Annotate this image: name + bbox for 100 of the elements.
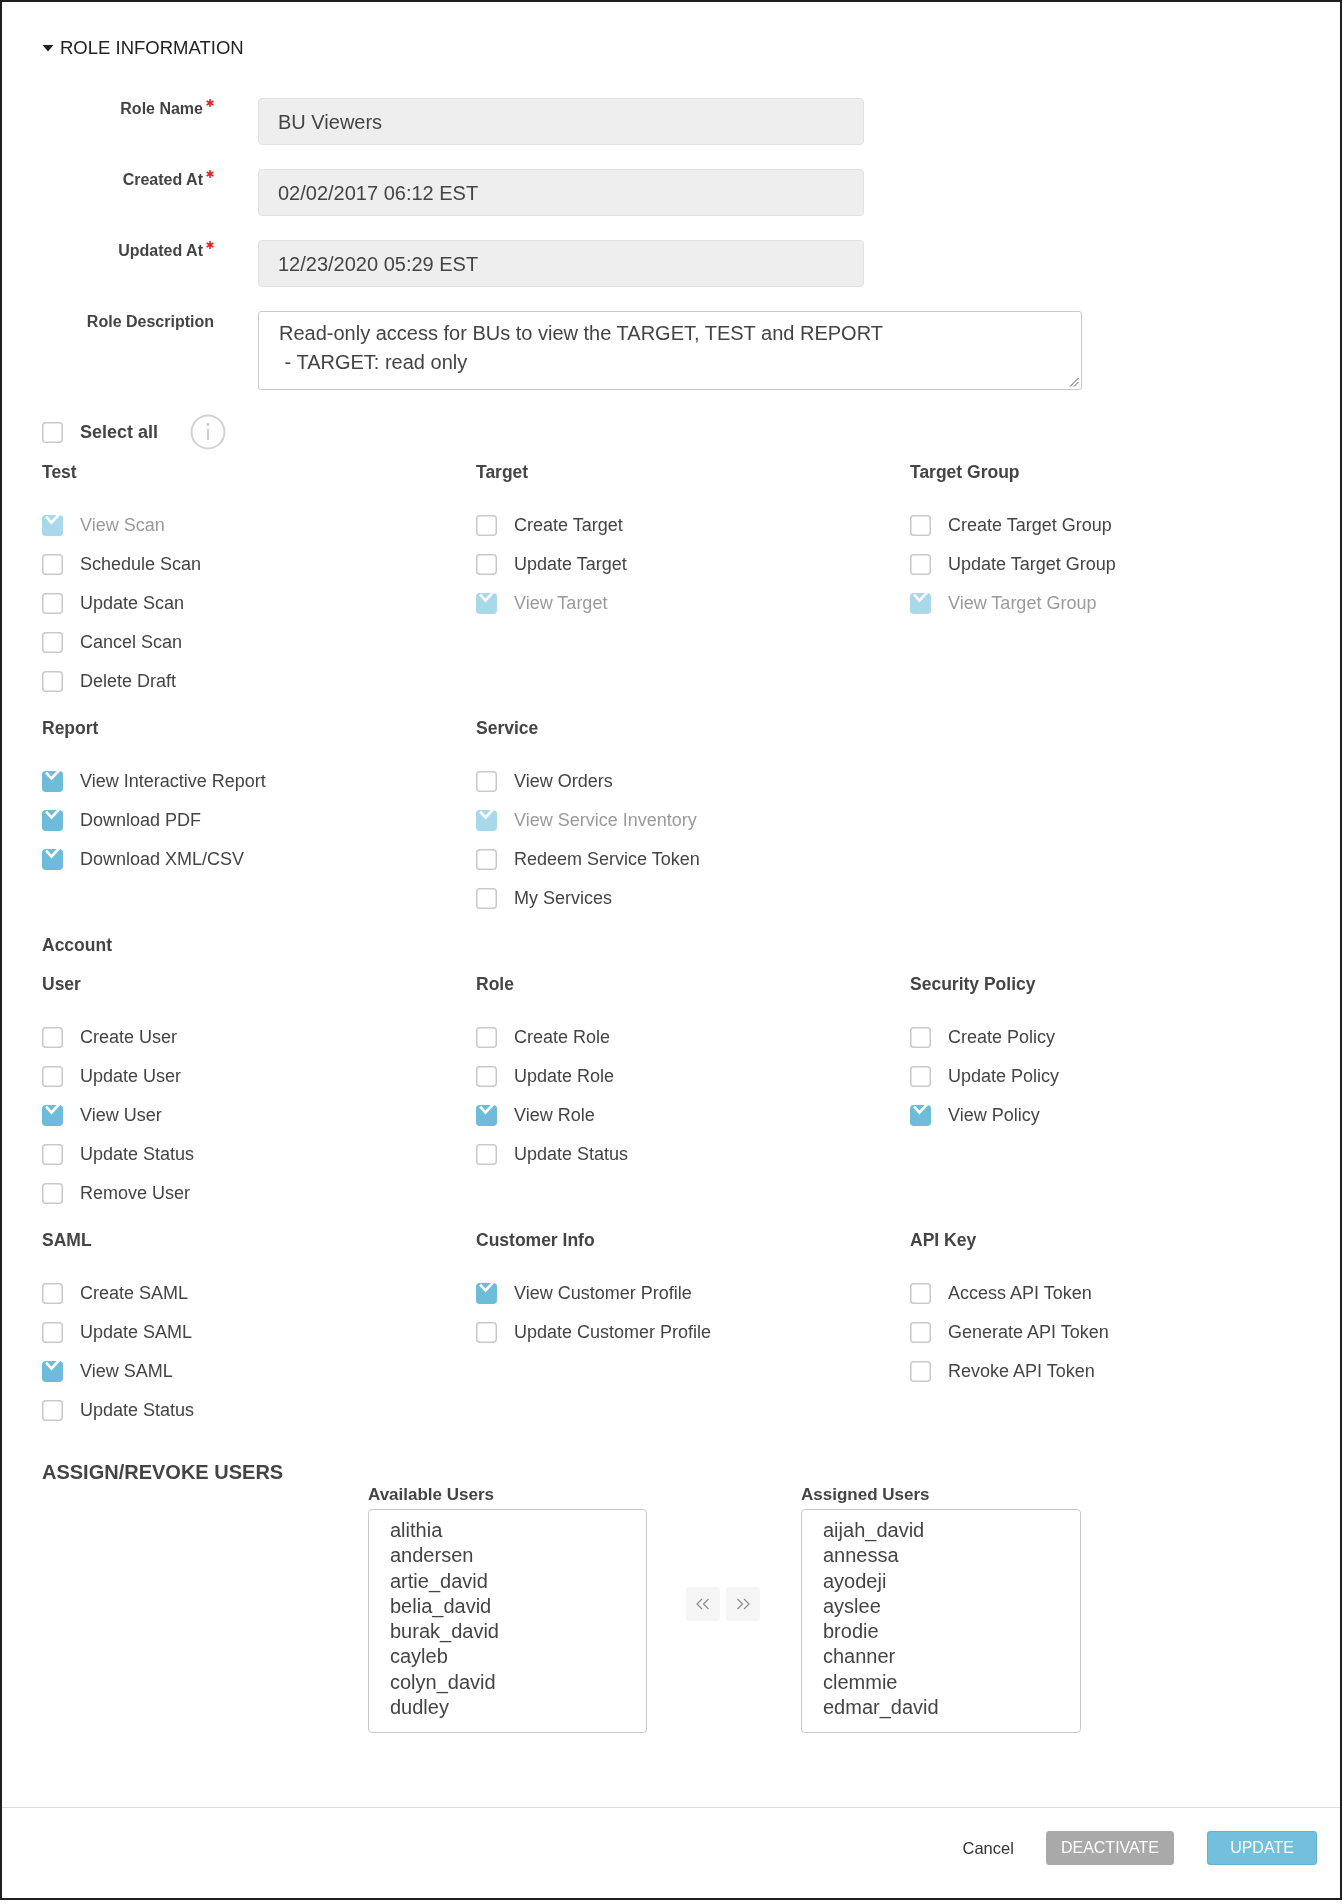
group-heading: Role [476,973,515,995]
section-heading: ASSIGN/REVOKE USERS [42,1460,285,1484]
checkbox[interactable] [910,1322,931,1343]
checkbox-label: Download XML/CSV [80,848,245,871]
checkbox[interactable] [476,1027,497,1048]
group-heading: API Key [910,1229,978,1251]
checkbox-label: Update Customer Profile [514,1321,712,1344]
user-option[interactable]: brodie [823,1619,1080,1645]
checkbox[interactable] [910,515,931,536]
checkbox[interactable] [910,1361,931,1382]
checkbox[interactable] [476,1283,497,1304]
checkbox[interactable] [42,1400,63,1421]
checkbox-label: Update Role [514,1065,615,1088]
user-list-box[interactable]: alithia andersen artie_david belia_david burak_david cayleb colyn_david dudley [368,1509,647,1733]
checkbox[interactable] [476,515,497,536]
checkbox[interactable] [42,771,63,792]
user-list-box[interactable]: aijah_david annessa ayodeji ayslee brodie channer clemmie edmar_david [801,1509,1081,1733]
checkbox[interactable] [476,1144,497,1165]
checkbox[interactable] [42,593,63,614]
text-field[interactable]: 12/23/2020 05:29 EST [258,240,864,287]
move-right-button[interactable] [726,1587,760,1621]
checkbox-label: View Role [514,1104,595,1127]
user-option[interactable]: aijah_david [823,1518,1080,1544]
user-option[interactable]: andersen [390,1543,646,1569]
user-option[interactable]: colyn_david [390,1669,646,1696]
checkbox[interactable] [910,554,931,575]
user-option[interactable]: ayodeji [823,1568,1080,1594]
checkbox[interactable] [910,1283,931,1304]
user-option[interactable]: alithia [390,1518,646,1544]
checkbox-label: View Scan [80,514,165,537]
checkbox-label: Create User [80,1026,178,1049]
checkbox-label: View SAML [80,1360,173,1383]
checkbox-label: Update Target [514,553,627,576]
checkbox[interactable] [42,1144,63,1165]
checkbox[interactable] [476,1105,497,1126]
user-option[interactable]: artie_david [390,1568,646,1594]
user-option[interactable]: annessa [823,1543,1080,1569]
checkbox-label: View Customer Profile [514,1282,692,1305]
checkbox[interactable] [42,421,63,443]
checkbox[interactable] [42,1105,63,1126]
user-option[interactable]: belia_david [390,1593,646,1620]
checkbox[interactable] [42,554,63,575]
text-field[interactable]: BU Viewers [258,98,864,145]
checkbox-label: My Services [514,887,612,910]
field-label: Updated At [118,241,203,261]
checkbox-label: Update Status [80,1399,195,1422]
user-option[interactable]: clemmie [823,1669,1080,1696]
checkbox[interactable] [42,1361,63,1382]
caret-icon[interactable] [42,44,54,52]
double-chevron-right-icon [736,1598,750,1610]
checkbox[interactable] [42,1027,63,1048]
checkbox[interactable] [476,771,497,792]
checkbox-label: Delete Draft [80,670,177,693]
user-option[interactable]: cayleb [390,1644,646,1670]
checkbox[interactable] [42,849,63,870]
user-option[interactable]: ayslee [823,1593,1080,1620]
checkbox-label: Download PDF [80,809,202,832]
checkbox-label: View Interactive Report [80,770,266,793]
section-title[interactable]: ROLE INFORMATION [60,36,244,60]
checkbox-label: Remove User [80,1182,191,1205]
checkbox[interactable] [42,1283,63,1304]
group-heading: SAML [42,1229,93,1251]
checkbox[interactable] [42,1066,63,1087]
text-field[interactable]: 02/02/2017 06:12 EST [258,169,864,216]
checkbox[interactable] [910,1105,931,1126]
user-option[interactable]: dudley [390,1695,646,1721]
checkbox[interactable] [42,632,63,653]
checkbox-label: Create SAML [80,1282,189,1305]
user-option[interactable]: channer [823,1644,1080,1670]
text-area-field[interactable]: Read-only access for BUs to view the TARGET, TEST and REPORT - TARGET: read only [258,311,1082,390]
section-heading: Account [42,934,113,956]
user-option[interactable]: burak_david [390,1619,646,1645]
info-icon[interactable] [190,414,227,450]
field-label: Role Name [120,99,203,119]
resize-handle-icon[interactable] [1069,377,1079,387]
list-label: Assigned Users [801,1486,931,1504]
checkbox-label: Create Policy [948,1026,1056,1049]
checkbox[interactable] [910,1027,931,1048]
checkbox-label: Update SAML [80,1321,193,1344]
checkbox[interactable] [42,1183,63,1204]
checkbox[interactable] [476,849,497,870]
user-option[interactable]: edmar_david [823,1695,1080,1721]
group-heading: Customer Info [476,1229,596,1251]
checkbox[interactable] [42,1322,63,1343]
checkbox-label: View Orders [514,770,613,793]
checkbox[interactable] [476,1066,497,1087]
group-heading: Service [476,717,540,739]
checkbox-label: Update Scan [80,592,185,615]
footer-link[interactable]: Cancel [962,1831,1014,1865]
checkbox[interactable] [910,1066,931,1087]
checkbox-label: View Policy [948,1104,1040,1127]
checkbox-label: View User [80,1104,162,1127]
move-left-button[interactable] [686,1587,720,1621]
checkbox-label: View Target [514,592,608,615]
checkbox[interactable] [42,810,63,831]
checkbox[interactable] [476,554,497,575]
checkbox[interactable] [476,888,497,909]
group-heading: Target Group [910,461,1021,483]
checkbox[interactable] [42,671,63,692]
checkbox[interactable] [476,1322,497,1343]
